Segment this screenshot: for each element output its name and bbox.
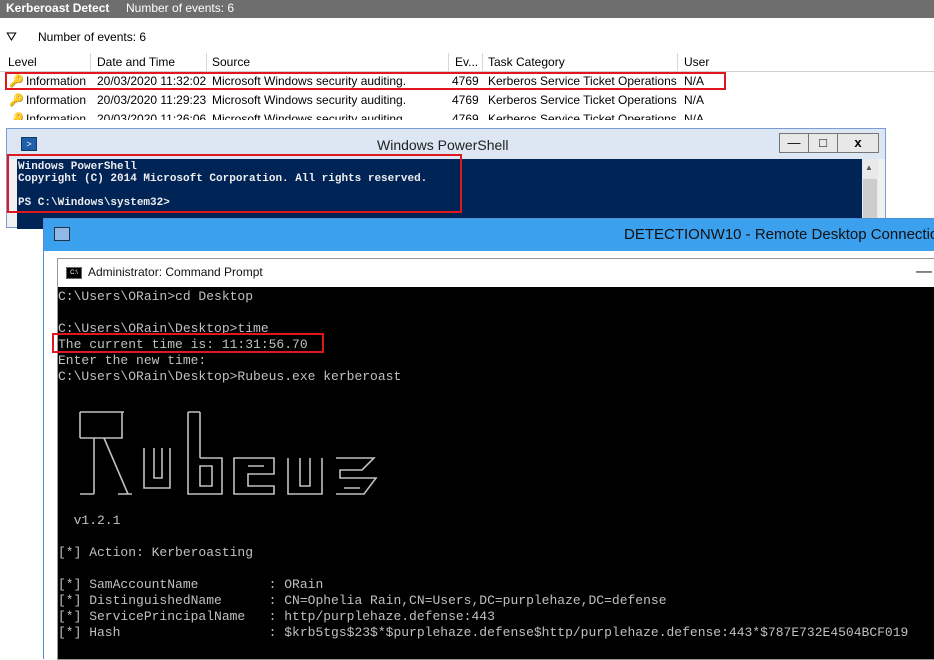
log-subtitle: Number of events: 6 <box>126 1 235 15</box>
minimize-button[interactable]: — <box>916 263 932 281</box>
column-user[interactable]: User <box>684 55 709 71</box>
key-icon: 🔑 <box>9 112 24 120</box>
column-level[interactable]: Level <box>8 55 37 71</box>
command-prompt-title: Administrator: Command Prompt <box>88 265 263 279</box>
column-date-time[interactable]: Date and Time <box>97 55 175 71</box>
powershell-icon: > <box>21 137 37 151</box>
maximize-button[interactable]: □ <box>808 133 838 153</box>
event-table-header: Level Date and Time Source Ev... Task Ca… <box>0 53 934 72</box>
remote-desktop-title: DETECTIONW10 - Remote Desktop Connection <box>624 226 934 243</box>
log-title: Kerberoast Detect <box>6 1 110 15</box>
filter-count: Number of events: 6 <box>38 30 147 44</box>
remote-desktop-icon <box>54 227 70 241</box>
key-icon: 🔑 <box>9 93 24 107</box>
table-row[interactable]: 🔑 Information 20/03/2020 11:29:23 Micros… <box>0 91 934 110</box>
filter-bar: ⛛ Number of events: 6 <box>0 26 934 48</box>
column-task-category[interactable]: Task Category <box>488 55 565 71</box>
rubeus-logo <box>79 411 378 495</box>
table-row[interactable]: 🔑 Information 20/03/2020 11:26:06 Micros… <box>0 110 934 120</box>
event-viewer-titlebar: Kerberoast Detect Number of events: 6 <box>0 0 934 18</box>
minimize-button[interactable]: — <box>779 133 809 153</box>
highlight-box <box>5 72 726 90</box>
highlight-box <box>52 333 324 353</box>
powershell-title: Windows PowerShell <box>377 137 509 153</box>
command-prompt-titlebar[interactable]: C:\ Administrator: Command Prompt — <box>58 259 934 287</box>
highlight-box <box>7 154 462 213</box>
filter-icon[interactable]: ⛛ <box>6 29 17 45</box>
close-button[interactable]: x <box>837 133 879 153</box>
cmd-icon: C:\ <box>66 267 82 279</box>
column-event-id[interactable]: Ev... <box>455 55 478 71</box>
remote-desktop-titlebar[interactable]: DETECTIONW10 - Remote Desktop Connection <box>44 219 934 251</box>
column-source[interactable]: Source <box>212 55 250 71</box>
